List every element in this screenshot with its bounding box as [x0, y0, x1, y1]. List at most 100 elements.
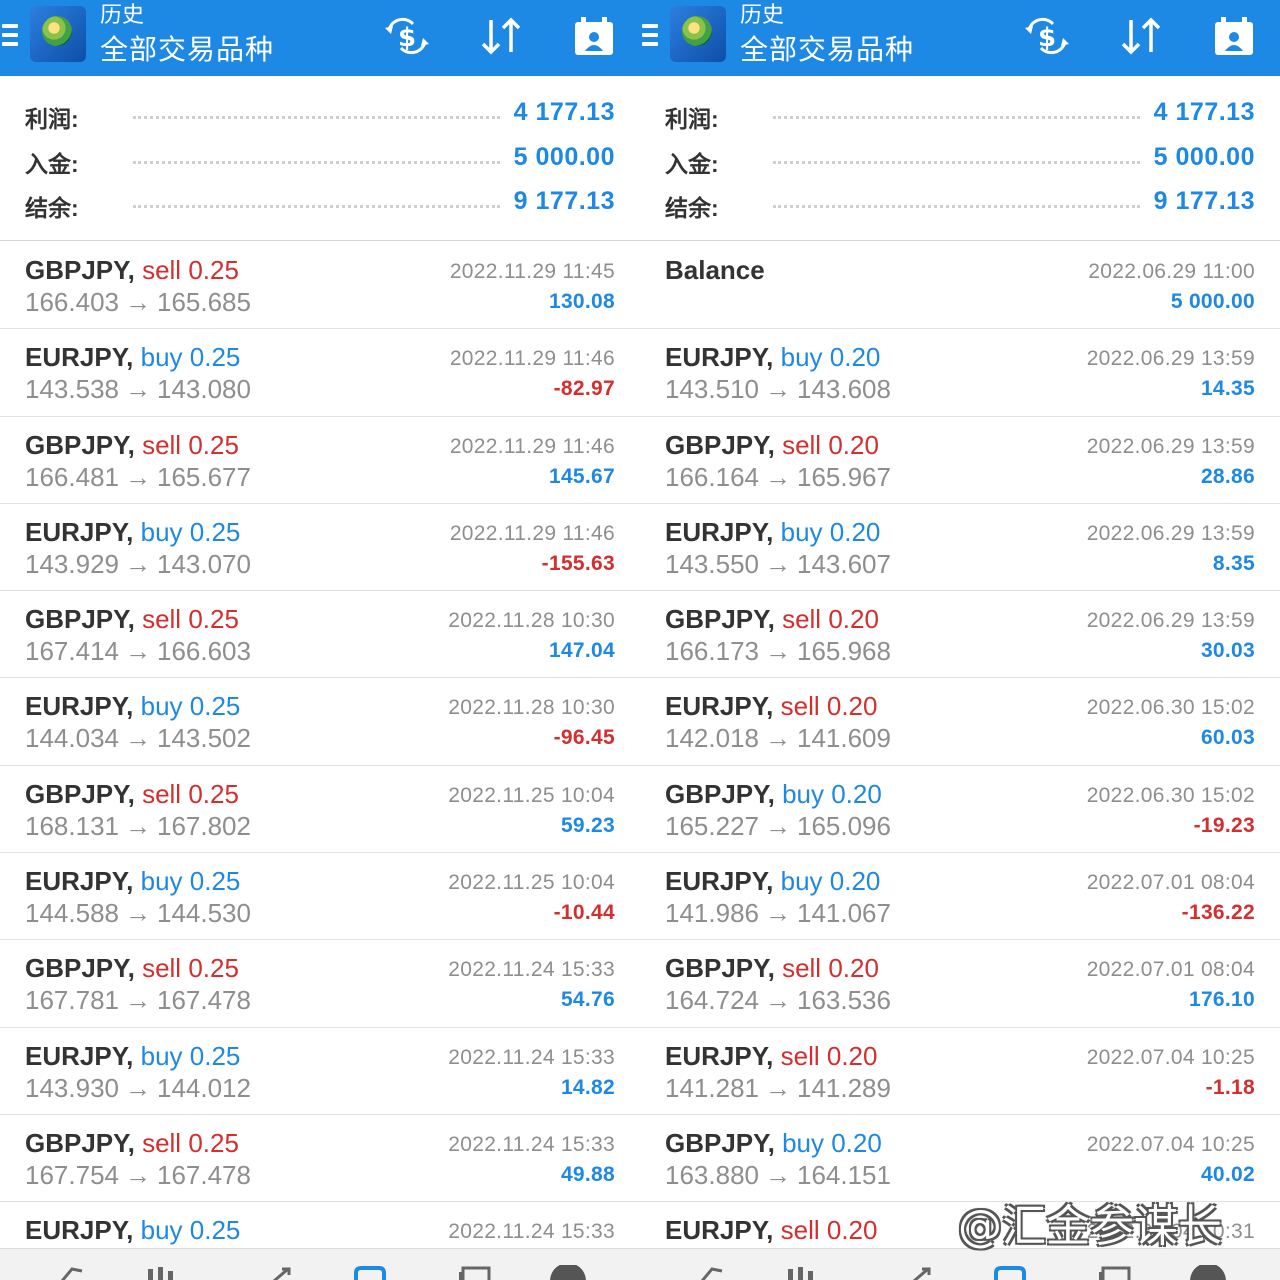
trade-row[interactable]: EURJPY, sell 0.20 141.281 → 141.289 2022.07.…	[640, 1028, 1280, 1115]
trade-prices: 167.414 → 166.603	[25, 635, 251, 667]
calendar-icon[interactable]	[570, 14, 618, 58]
trade-time: 2022.06.29 11:00	[1088, 260, 1255, 283]
trade-icon[interactable]	[902, 1265, 942, 1280]
dollar-exchange-icon[interactable]: $	[383, 14, 431, 58]
open-price: 142.018	[665, 723, 759, 754]
trade-volume: 0.25	[188, 255, 239, 285]
trade-symbol: EURJPY,	[25, 691, 134, 722]
trade-row[interactable]: EURJPY, buy 0.20 141.986 → 141.067 2022.07.0…	[640, 853, 1280, 941]
open-price: 143.930	[25, 1072, 119, 1103]
close-price: 164.151	[796, 1159, 891, 1190]
open-price: 165.227	[665, 810, 759, 841]
trade-direction: buy 0.20	[775, 779, 882, 809]
trade-row[interactable]: EURJPY, buy 0.25 143.929 → 143.070 2022.11.2…	[0, 504, 640, 592]
trade-row[interactable]: EURJPY, buy 0.25 144.034 → 143.502 2022.11.2…	[0, 678, 640, 766]
trade-profit: -19.23	[1193, 813, 1255, 837]
summary: 利润: 4 177.13 入金: 5 000.00 结余: 9 177.13	[0, 92, 640, 226]
trade-profit: 14.35	[1200, 377, 1255, 401]
trade-row[interactable]: EURJPY, buy 0.25 143.538 → 143.080 2022.11.2…	[0, 329, 640, 417]
quotes-icon[interactable]	[692, 1265, 732, 1280]
open-price: 167.754	[25, 1159, 119, 1190]
history-icon[interactable]	[350, 1265, 390, 1280]
trade-direction: sell 0.20	[773, 1041, 878, 1071]
trade-prices: 142.018 → 141.609	[665, 722, 891, 754]
trade-symbol: EURJPY,	[665, 866, 774, 897]
trade-row[interactable]: Balance 2022.06.29 11:00 5 000.00	[640, 242, 1280, 330]
sort-icon[interactable]	[477, 14, 525, 58]
settings-icon[interactable]	[548, 1263, 588, 1280]
trade-prices: 144.034 → 143.502	[25, 722, 251, 754]
chart-icon[interactable]	[140, 1265, 180, 1280]
open-price: 143.510	[665, 374, 759, 405]
menu-icon[interactable]	[642, 24, 658, 48]
menu-icon[interactable]	[2, 24, 18, 48]
trade-row[interactable]: EURJPY, buy 0.20 143.510 → 143.608 2022.06.2…	[640, 329, 1280, 417]
close-price: 167.478	[156, 1159, 251, 1190]
trade-row[interactable]: EURJPY, buy 0.25 143.930 → 144.012 2022.11.2…	[0, 1028, 640, 1115]
trade-type: sell	[782, 429, 822, 460]
dollar-exchange-icon[interactable]: $	[1023, 14, 1071, 58]
sort-icon[interactable]	[1117, 14, 1165, 58]
trade-type: buy	[780, 516, 823, 547]
trade-symbol: EURJPY,	[25, 516, 134, 547]
header-title: 历史	[740, 2, 785, 27]
trade-time: 2022.11.25 10:04	[448, 871, 615, 895]
arrow-right-icon: →	[124, 898, 151, 929]
trade-time: 2022.06.30 15:02	[1086, 783, 1255, 807]
trade-type: sell	[782, 953, 822, 984]
app-header: 历史 全部交易品种 $	[0, 0, 640, 76]
trade-row[interactable]: GBPJPY, sell 0.20 166.173 → 165.968 2022.06.…	[640, 591, 1280, 679]
arrow-right-icon: →	[764, 374, 791, 405]
symbol-filter[interactable]: 全部交易品种	[740, 32, 914, 68]
trade-volume: 0.20	[829, 516, 881, 547]
trade-profit: -136.22	[1181, 901, 1255, 925]
trade-row[interactable]: GBPJPY, sell 0.25 167.754 → 167.478 2022.11.…	[0, 1115, 640, 1203]
trade-row[interactable]: GBPJPY, sell 0.25 167.781 → 167.478 2022.11.…	[0, 940, 640, 1028]
trade-row[interactable]: GBPJPY, buy 0.20 165.227 → 165.096 2022.06.3…	[640, 766, 1280, 854]
trade-row[interactable]: GBPJPY, sell 0.25 167.414 → 166.603 2022.11.…	[0, 591, 640, 679]
chart-icon[interactable]	[780, 1265, 820, 1280]
trade-row[interactable]: GBPJPY, sell 0.25 166.403 → 165.685 2022.11.…	[0, 242, 640, 330]
close-price: 167.802	[156, 810, 251, 841]
open-price: 143.550	[665, 548, 759, 579]
quotes-icon[interactable]	[52, 1265, 92, 1280]
trade-row[interactable]: EURJPY, buy 0.20 143.550 → 143.607 2022.06.2…	[640, 504, 1280, 592]
trade-row[interactable]: EURJPY, buy 0.25 144.588 → 144.530 2022.11.2…	[0, 853, 640, 941]
summary-deposit: 入金: 5 000.00	[640, 137, 1280, 182]
trade-direction: buy 0.25	[133, 1040, 241, 1071]
trade-time: 2022.11.24 15:33	[448, 1045, 615, 1069]
trade-volume: 0.25	[188, 778, 239, 809]
trade-title: GBPJPY, sell 0.25	[25, 952, 239, 984]
trade-row[interactable]: GBPJPY, sell 0.20 166.164 → 165.967 2022.06.…	[640, 417, 1280, 504]
symbol-filter[interactable]: 全部交易品种	[100, 32, 274, 68]
arrow-right-icon: →	[124, 287, 151, 317]
dotted-leader	[773, 205, 1140, 208]
trade-row[interactable]: GBPJPY, sell 0.20 164.724 → 163.536 2022.07.…	[640, 940, 1280, 1028]
trade-volume: 0.25	[188, 953, 239, 984]
trade-type: buy	[140, 1040, 183, 1071]
trade-profit: 28.86	[1200, 464, 1255, 488]
calendar-icon[interactable]	[1210, 14, 1258, 58]
history-icon[interactable]	[990, 1265, 1030, 1280]
trade-title: EURJPY, buy 0.25	[25, 1040, 240, 1072]
news-icon[interactable]	[455, 1265, 495, 1280]
trade-icon[interactable]	[262, 1265, 302, 1280]
trade-volume: 0.25	[188, 1127, 239, 1158]
close-price: 144.530	[156, 898, 251, 929]
trade-title: GBPJPY, buy 0.20	[665, 1127, 882, 1159]
trade-row[interactable]: GBPJPY, sell 0.25 166.481 → 165.677 2022.11.…	[0, 417, 640, 504]
trade-row[interactable]: EURJPY, sell 0.20 142.018 → 141.609 2022.06.…	[640, 678, 1280, 766]
svg-text:$: $	[398, 23, 416, 53]
trade-direction: buy 0.20	[773, 866, 881, 896]
trade-time: 2022.06.30 15:02	[1086, 696, 1255, 720]
trade-row[interactable]: GBPJPY, sell 0.25 168.131 → 167.802 2022.11.…	[0, 766, 640, 854]
trade-volume: 0.25	[189, 866, 241, 897]
history-panel-right: 历史 全部交易品种 $ 利润: 4 177.13 入金: 5 000.00 结余…	[640, 0, 1280, 1280]
settings-icon[interactable]	[1188, 1263, 1228, 1280]
trade-direction: buy 0.25	[133, 691, 241, 721]
trade-symbol: EURJPY,	[665, 1040, 774, 1071]
arrow-right-icon: →	[764, 461, 791, 492]
news-icon[interactable]	[1095, 1265, 1135, 1280]
trade-symbol: EURJPY,	[665, 1215, 774, 1246]
app-header: 历史 全部交易品种 $	[640, 0, 1280, 76]
